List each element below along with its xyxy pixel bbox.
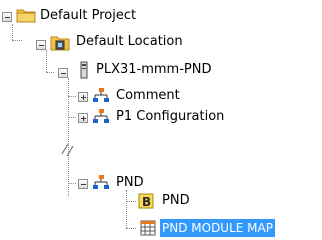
device-icon: [80, 61, 88, 79]
network-icon: [93, 109, 109, 123]
tree-node-default-location[interactable]: Default Location: [76, 33, 183, 51]
collapse-toggle-plx31[interactable]: [58, 68, 68, 78]
tree-connector: [12, 40, 22, 41]
tree-node-pnd-module-map[interactable]: PND MODULE MAP: [160, 219, 275, 237]
svg-text:B: B: [142, 195, 151, 209]
tree-connector: [68, 183, 76, 184]
tree-node-plx31[interactable]: PLX31-mmm-PND: [96, 61, 211, 79]
folder-icon: [16, 9, 36, 23]
network-icon: [93, 175, 109, 189]
tree-node-pnd-child[interactable]: PND: [162, 192, 190, 210]
expand-toggle-comment[interactable]: [78, 92, 88, 102]
collapse-toggle-default-location[interactable]: [36, 40, 46, 50]
tree-node-default-project[interactable]: Default Project: [40, 7, 136, 25]
tree-node-p1-configuration[interactable]: P1 Configuration: [116, 108, 224, 126]
tree-connector: [46, 50, 47, 72]
folder-open-icon: [50, 36, 70, 51]
collapse-toggle-pnd[interactable]: [78, 179, 88, 189]
tree-node-comment[interactable]: Comment: [116, 87, 180, 105]
expand-toggle-p1-configuration[interactable]: [78, 113, 88, 123]
tree-connector: [126, 201, 136, 202]
module-b-icon: B: [138, 193, 154, 209]
grid-icon: [140, 220, 156, 236]
project-tree: Default Project Default Location PLX31-m…: [0, 0, 322, 240]
tree-connector: [12, 24, 13, 40]
tree-connector: [46, 72, 54, 73]
tree-node-pnd[interactable]: PND: [116, 174, 144, 192]
collapse-toggle-default-project[interactable]: [2, 12, 12, 22]
tree-connector: [126, 190, 127, 228]
tree-connector: [68, 96, 76, 97]
tree-break-icon: [61, 143, 74, 157]
network-icon: [93, 88, 109, 102]
tree-connector: [68, 117, 76, 118]
tree-connector: [126, 228, 136, 229]
